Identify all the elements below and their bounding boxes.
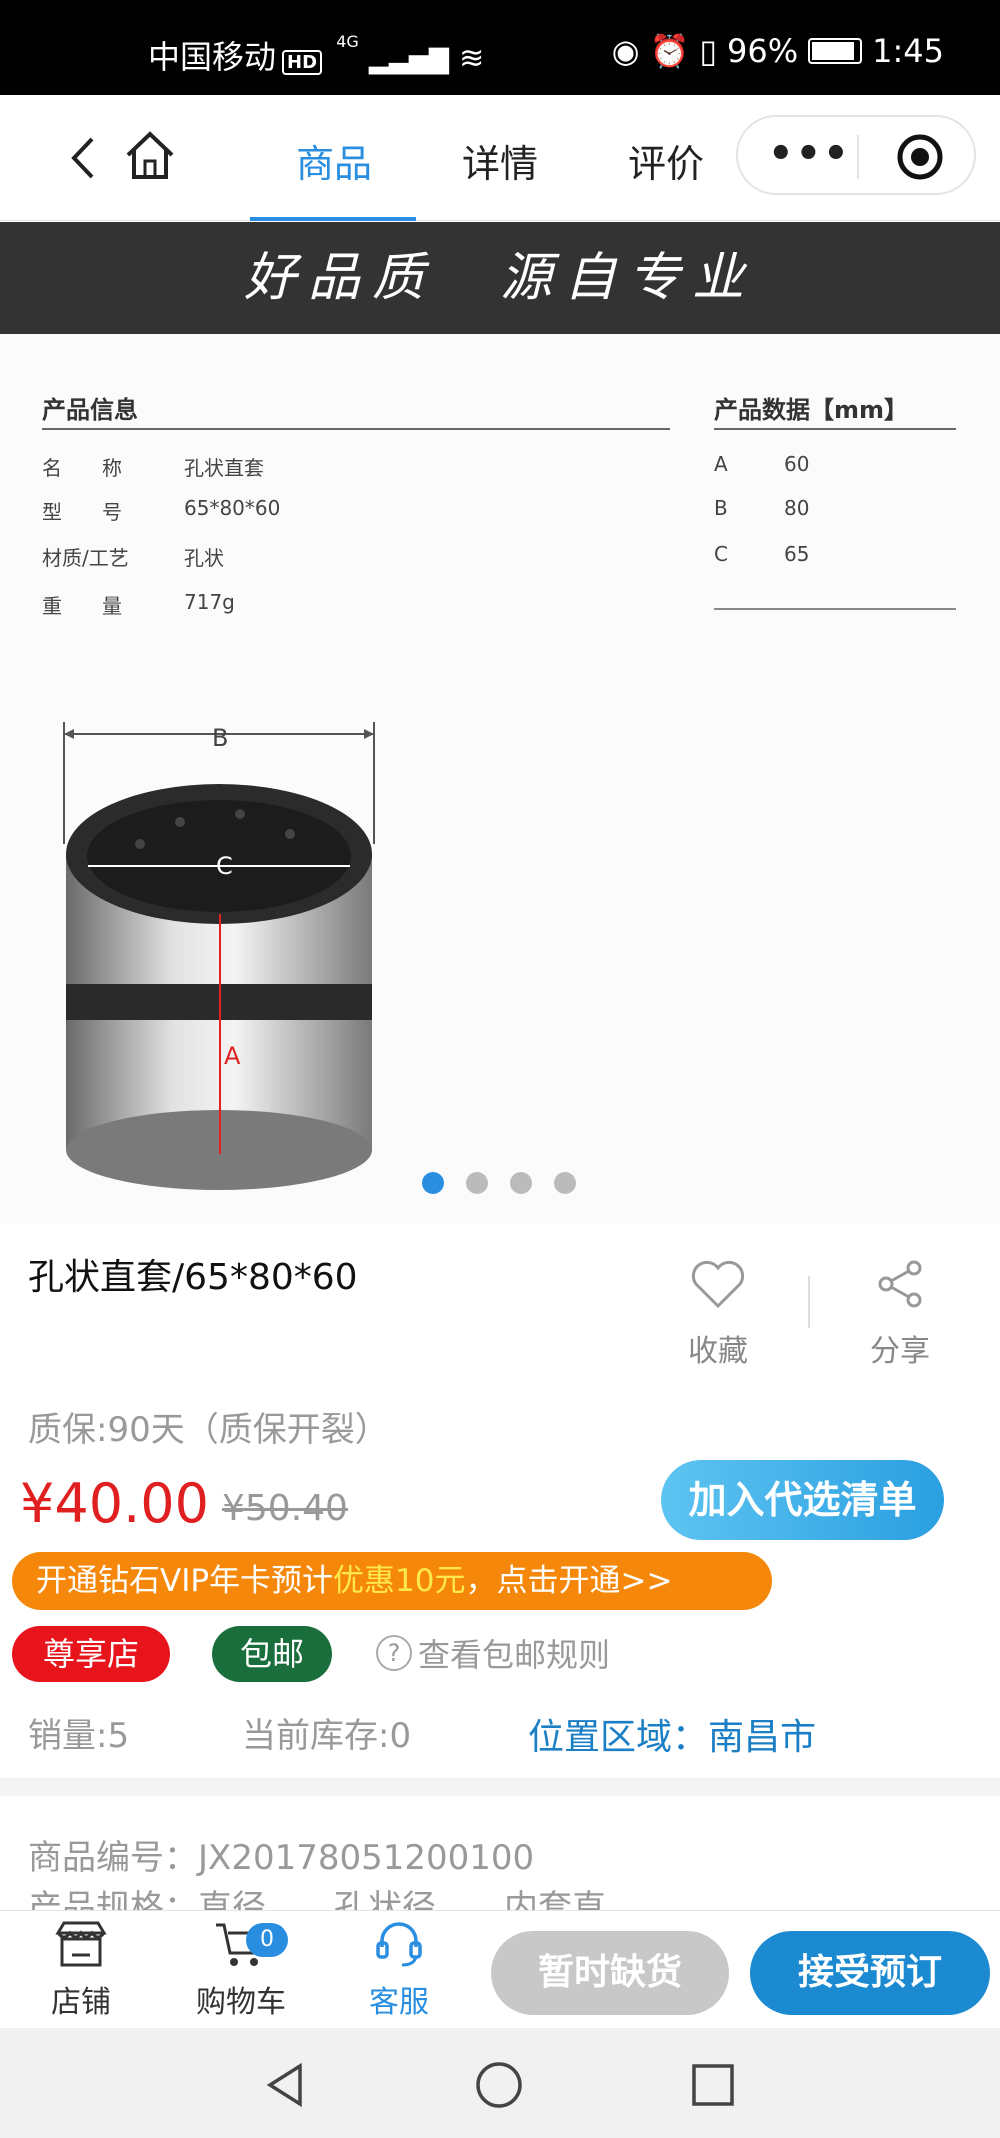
section-gap [0,1778,1000,1796]
info-label: 材质/工艺 [42,546,129,570]
tab-product[interactable]: 商品 [296,133,372,188]
battery-icon [808,38,863,64]
question-icon: ? [376,1635,412,1671]
cart-label: 购物车 [196,1985,286,2020]
carousel-dot[interactable] [554,1172,576,1194]
vip-suffix: ，点击开通>> [465,1563,673,1599]
tab-reviews[interactable]: 评价 [628,133,704,188]
status-right: ◉ ⏰ ▯ 96% 1:45 [612,32,944,70]
action-divider [808,1276,810,1328]
info-title: 产品信息 [42,396,138,424]
carrier-name: 中国移动 [148,38,277,76]
original-price: ¥50.40 [222,1488,348,1529]
shipping-rules-label: 查看包邮规则 [418,1636,611,1674]
vip-prefix: 开通钻石VIP年卡预计 [36,1563,334,1599]
diagram-label-b: B [212,724,229,752]
cart-count-badge: 0 [246,1923,288,1957]
bushing-diagram [63,722,375,1190]
data-label: A [714,452,728,476]
alarm-icon: ⏰ [649,32,690,70]
back-icon[interactable] [64,133,104,183]
data-title: 产品数据【mm】 [714,396,909,424]
data-bottom-divider [714,608,956,610]
info-divider [42,428,670,430]
vibrate-icon: ▯ [699,32,718,70]
system-nav-bar [0,2028,1000,2138]
diagram-label-c: C [216,852,233,880]
info-label: 名 称 [42,456,122,480]
capsule-divider [857,135,859,179]
vip-discount: 优惠10元 [333,1563,466,1599]
carousel-dot[interactable] [466,1172,488,1194]
data-value: 60 [784,452,810,476]
info-value: 65*80*60 [184,496,281,520]
sales-count: 销量:5 [28,1716,130,1756]
status-bar: 中国移动 HD 4G ▂▃▅▇ ≋ ◉ ⏰ ▯ 96% 1:45 [0,0,1000,95]
share-icon [878,1260,922,1308]
preorder-button[interactable]: 接受预订 [750,1931,990,2015]
active-tab-indicator [250,217,416,221]
info-label: 重 量 [42,594,122,618]
signal-icon: ▂▃▅▇ [368,45,449,75]
carousel-dot[interactable] [422,1172,444,1194]
status-carrier: 中国移动 HD 4G ▂▃▅▇ ≋ [148,32,484,78]
info-value: 717g [184,590,235,614]
product-spec-row: 产品规格：直径 孔状径 内套直 [28,1888,606,1910]
current-price: ¥40.00 [20,1472,209,1535]
close-miniprogram-icon[interactable] [894,131,946,183]
vip-promo-banner[interactable]: 开通钻石VIP年卡预计优惠10元，点击开通>> [12,1552,772,1610]
out-of-stock-button[interactable]: 暂时缺货 [491,1931,729,2015]
data-divider [714,428,956,430]
info-label: 型 号 [42,500,122,524]
share-button[interactable]: 分享 [862,1256,938,1376]
carousel-dot[interactable] [510,1172,532,1194]
headset-icon [376,1922,422,1967]
store-icon [55,1921,107,1967]
location-region: 位置区域：南昌市 [528,1717,817,1758]
battery-percent: 96% [727,32,799,70]
network-type: 4G [336,32,359,51]
product-code: 商品编号：JX20178051200100 [28,1838,535,1878]
status-time: 1:45 [872,32,944,70]
product-image[interactable]: 产品信息 名 称 孔状直套 型 号 65*80*60 材质/工艺 孔状 重 量 … [0,334,1000,1224]
customer-service-button[interactable]: 客服 [344,1919,454,2021]
home-icon[interactable] [124,129,176,181]
diagram-label-a: A [224,1042,241,1070]
bottom-action-bar: 店铺 购物车 0 客服 暂时缺货 接受预订 [0,1910,1000,2028]
info-value: 孔状直套 [184,456,264,480]
favorite-label: 收藏 [688,1334,748,1369]
brand-banner: 好品质 源自专业 [0,222,1000,334]
stock-count: 当前库存:0 [242,1716,412,1756]
add-to-list-button[interactable]: 加入代选清单 [661,1460,944,1540]
recents-square-icon[interactable] [688,2060,738,2110]
data-value: 80 [784,496,810,520]
wifi-icon: ≋ [459,41,485,76]
heart-icon [691,1260,745,1309]
data-label: C [714,542,728,566]
home-circle-icon[interactable] [474,2060,524,2110]
shipping-rules-link[interactable]: ? 查看包邮规则 [376,1630,610,1676]
free-shipping-tag: 包邮 [212,1626,332,1682]
data-value: 65 [784,542,810,566]
back-triangle-icon[interactable] [260,2060,310,2110]
hd-badge: HD [282,50,323,75]
share-label: 分享 [870,1334,930,1369]
info-value: 孔状 [184,546,224,570]
warranty-info: 质保:90天（质保开裂） [28,1410,389,1450]
eye-icon: ◉ [611,32,640,70]
tab-details[interactable]: 详情 [462,133,538,188]
store-button[interactable]: 店铺 [26,1919,136,2021]
service-label: 客服 [369,1985,429,2020]
product-title: 孔状直套/65*80*60 [28,1257,358,1298]
premium-store-tag: 尊享店 [12,1626,170,1682]
data-label: B [714,496,728,520]
more-icon[interactable]: ••• [768,134,849,175]
miniprogram-capsule: ••• [736,115,976,195]
store-label: 店铺 [51,1985,111,2020]
nav-bar: 商品 详情 评价 ••• [0,95,1000,221]
favorite-button[interactable]: 收藏 [680,1256,756,1376]
